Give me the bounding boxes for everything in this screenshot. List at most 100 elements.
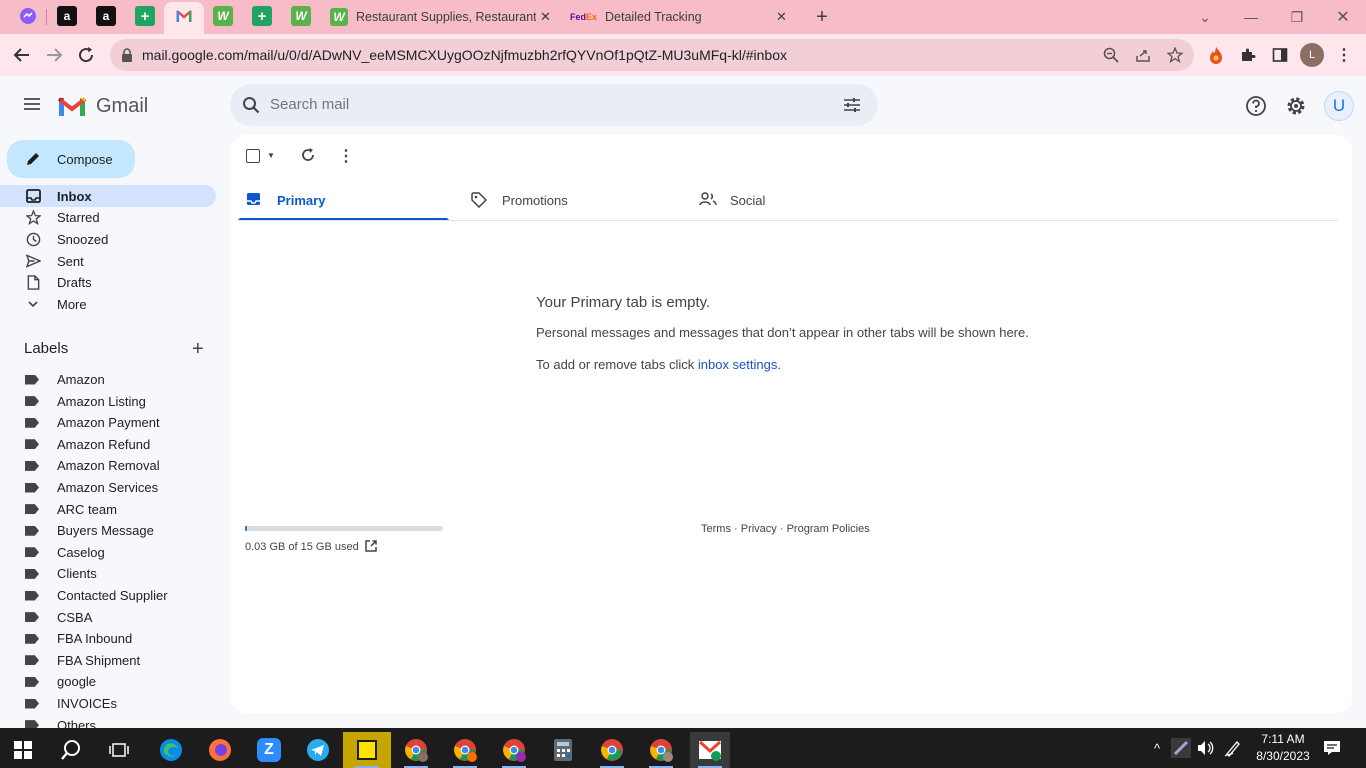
amazon-tab-icon[interactable]: a [96,6,116,26]
label-item[interactable]: Amazon Removal [0,455,216,476]
label-item[interactable]: Amazon Listing [0,391,216,412]
sticky-notes-icon[interactable] [343,732,391,768]
side-panel-icon[interactable] [1270,45,1290,65]
open-storage-icon[interactable] [364,539,378,558]
webstaurant-tab-icon[interactable]: W [213,6,233,26]
extension-flame-icon[interactable] [1206,45,1226,65]
zoom-icon[interactable] [1102,46,1120,64]
terms-link[interactable]: Terms [701,523,731,535]
close-tab-icon[interactable]: ✕ [540,9,551,25]
sidebar-item-sent[interactable]: Sent [0,250,216,272]
program-policies-link[interactable]: Program Policies [787,523,870,535]
minimize-icon[interactable]: — [1228,4,1274,30]
lock-icon[interactable] [118,46,136,64]
forward-button[interactable] [39,40,69,70]
volume-icon[interactable] [1195,738,1215,758]
pen-app-icon[interactable] [1171,738,1191,758]
sidebar-item-inbox[interactable]: Inbox [0,185,216,207]
extensions-puzzle-icon[interactable] [1238,45,1258,65]
chrome-profile-icon[interactable] [494,732,534,768]
gmail-logo-icon[interactable] [57,95,88,117]
system-clock[interactable]: 7:11 AM 8/30/2023 [1251,731,1315,765]
restore-icon[interactable]: ❐ [1274,4,1320,30]
tab-detailed-tracking[interactable]: FedEx Detailed Tracking ✕ [570,4,796,30]
label-item[interactable]: FBA Shipment [0,650,216,671]
gmail-tab-icon[interactable] [174,6,194,26]
address-bar[interactable]: mail.google.com/mail/u/0/d/ADwNV_eeMSMCX… [110,39,1194,71]
create-label-icon[interactable]: + [192,339,204,359]
zoom-app-icon[interactable]: Z [249,732,289,768]
amazon-tab-icon[interactable]: a [57,6,77,26]
chrome-profile-icon[interactable] [396,732,436,768]
settings-gear-icon[interactable] [1285,95,1307,122]
label-item[interactable]: Caselog [0,542,216,563]
label-item[interactable]: Amazon Refund [0,434,216,455]
telegram-icon[interactable] [298,732,338,768]
account-avatar[interactable]: U [1324,91,1354,121]
close-window-icon[interactable]: ✕ [1320,4,1366,30]
select-all-checkbox[interactable] [246,149,260,163]
search-bar[interactable] [230,84,878,126]
main-menu-icon[interactable] [22,96,42,112]
search-input[interactable] [270,96,770,113]
search-icon[interactable] [51,732,91,768]
label-item[interactable]: Amazon Services [0,477,216,498]
label-item[interactable]: Amazon Payment [0,412,216,433]
label-item[interactable]: CSBA [0,607,216,628]
label-item[interactable]: FBA Inbound [0,628,216,649]
sheets-tab-icon[interactable]: + [252,6,272,26]
label-item[interactable]: Clients [0,563,216,584]
tab-restaurant-supplies[interactable]: W Restaurant Supplies, Restaurant S ✕ [330,4,556,30]
browser-menu-icon[interactable]: ⋮ [1334,45,1354,65]
messenger-tab-icon[interactable] [18,6,38,26]
inbox-settings-link[interactable]: inbox settings [698,357,778,372]
calculator-icon[interactable] [543,732,583,768]
firefox-icon[interactable] [200,732,240,768]
label-item[interactable]: INVOICEs [0,693,216,714]
notifications-icon[interactable] [1322,738,1342,758]
select-dropdown-icon[interactable]: ▼ [267,151,275,160]
pen-workspace-icon[interactable] [1223,738,1243,758]
tab-search-icon[interactable]: ⌄ [1182,4,1228,30]
label-item[interactable]: Buyers Message [0,520,216,541]
chrome-icon[interactable] [592,732,632,768]
compose-button[interactable]: Compose [7,140,135,178]
reload-button[interactable] [71,40,101,70]
new-tab-button[interactable]: + [812,4,832,30]
search-icon[interactable] [242,96,260,119]
gmail-app-icon[interactable] [690,732,730,768]
more-actions-icon[interactable]: ⋮ [338,146,354,166]
windows-start-icon[interactable] [3,732,43,768]
chrome-profile-icon[interactable] [445,732,485,768]
chrome-profile-icon[interactable] [641,732,681,768]
share-icon[interactable] [1134,46,1152,64]
sidebar-item-starred[interactable]: Starred [0,206,216,228]
sidebar-item-snoozed[interactable]: Snoozed [0,228,216,250]
privacy-link[interactable]: Privacy [741,523,777,535]
gmail-brand[interactable]: Gmail [96,95,148,118]
refresh-icon[interactable] [300,147,316,168]
help-icon[interactable] [1245,95,1267,122]
edge-icon[interactable] [151,732,191,768]
back-button[interactable] [7,40,37,70]
label-item[interactable]: google [0,671,216,692]
show-hidden-icons[interactable]: ^ [1147,738,1167,758]
label-item[interactable]: ARC team [0,499,216,520]
search-options-icon[interactable] [843,96,861,119]
tab-label: Social [730,192,766,208]
task-view-icon[interactable] [99,732,139,768]
sidebar-item-more[interactable]: More [0,293,216,315]
label-tag-icon [25,460,39,471]
profile-avatar[interactable]: L [1300,43,1324,67]
bookmark-star-icon[interactable] [1166,46,1184,64]
label-item[interactable]: Contacted Supplier [0,585,216,606]
webstaurant-tab-icon[interactable]: W [291,6,311,26]
close-tab-icon[interactable]: ✕ [776,9,787,25]
tab-primary[interactable]: Primary [238,179,449,221]
sheets-tab-icon[interactable]: + [135,6,155,26]
label-item[interactable]: Amazon [0,369,216,390]
url-text[interactable]: mail.google.com/mail/u/0/d/ADwNV_eeMSMCX… [142,47,787,63]
tab-social[interactable]: Social [693,179,913,221]
sidebar-item-drafts[interactable]: Drafts [0,271,216,293]
tab-promotions[interactable]: Promotions [465,179,685,221]
